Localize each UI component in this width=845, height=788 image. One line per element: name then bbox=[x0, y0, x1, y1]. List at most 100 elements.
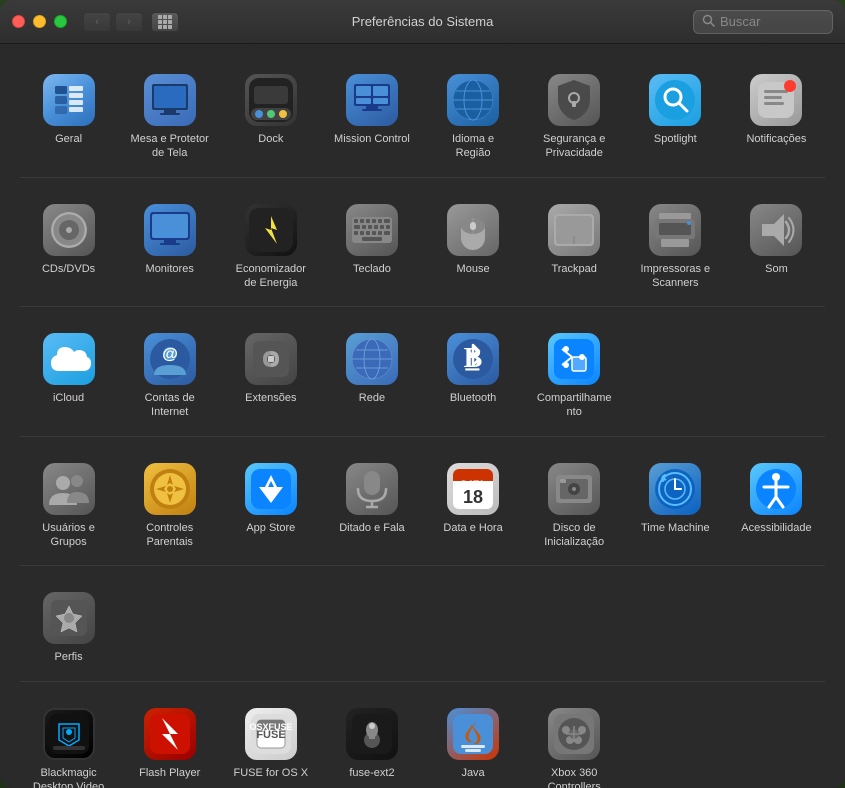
divider-1 bbox=[20, 177, 825, 178]
pref-xbox[interactable]: Xbox 360 Controllers bbox=[526, 698, 623, 788]
fuseext-icon bbox=[346, 708, 398, 760]
java-icon bbox=[447, 708, 499, 760]
idioma-icon bbox=[447, 74, 499, 126]
pref-contas[interactable]: @ Contas de Internet bbox=[121, 323, 218, 428]
section-other: Blackmagic Desktop Video Flash Player bbox=[20, 698, 825, 788]
window-title: Preferências do Sistema bbox=[352, 14, 494, 29]
monitores-icon bbox=[144, 204, 196, 256]
close-button[interactable] bbox=[12, 15, 25, 28]
mission-icon bbox=[346, 74, 398, 126]
dock-icon bbox=[245, 74, 297, 126]
pref-monitores[interactable]: Monitores bbox=[121, 194, 218, 299]
pref-notificacoes[interactable]: Notificações bbox=[728, 64, 825, 169]
pref-java[interactable]: Java bbox=[425, 698, 522, 788]
bluetooth-label: Bluetooth bbox=[450, 391, 496, 405]
flashplayer-label: Flash Player bbox=[139, 766, 200, 780]
divider-5 bbox=[20, 681, 825, 682]
idioma-label: Idioma e Região bbox=[433, 132, 513, 161]
section-system: Usuários e Grupos bbox=[20, 453, 825, 558]
data-icon: 18 DATA bbox=[447, 463, 499, 515]
pref-seguranca[interactable]: Segurança e Privacidade bbox=[526, 64, 623, 169]
pref-flashplayer[interactable]: Flash Player bbox=[121, 698, 218, 788]
svg-text:@: @ bbox=[162, 346, 178, 363]
search-box[interactable]: Buscar bbox=[693, 10, 833, 34]
acessibilidade-label: Acessibilidade bbox=[741, 521, 811, 535]
seguranca-label: Segurança e Privacidade bbox=[534, 132, 614, 161]
teclado-icon bbox=[346, 204, 398, 256]
notif-label: Notificações bbox=[746, 132, 806, 146]
compartilhamento-icon bbox=[548, 333, 600, 385]
xbox-icon bbox=[548, 708, 600, 760]
icloud-icon bbox=[43, 333, 95, 385]
pref-perfis[interactable]: Perfis bbox=[20, 582, 117, 672]
pref-mesa[interactable]: Mesa e Protetor de Tela bbox=[121, 64, 218, 169]
pref-extensoes[interactable]: Extensões bbox=[222, 323, 319, 428]
minimize-button[interactable] bbox=[33, 15, 46, 28]
divider-4 bbox=[20, 565, 825, 566]
pref-acessibilidade[interactable]: Acessibilidade bbox=[728, 453, 825, 558]
spotlight-label: Spotlight bbox=[654, 132, 697, 146]
pref-disco[interactable]: Disco de Inicialização bbox=[526, 453, 623, 558]
blackmagic-icon bbox=[43, 708, 95, 760]
pref-fuseext[interactable]: fuse-ext2 bbox=[323, 698, 420, 788]
rede-label: Rede bbox=[359, 391, 385, 405]
titlebar: ‹ › Preferências do Sistema Buscar bbox=[0, 0, 845, 44]
pref-data[interactable]: 18 DATA Data e Hora bbox=[425, 453, 522, 558]
pref-usuarios[interactable]: Usuários e Grupos bbox=[20, 453, 117, 558]
grid-view-button[interactable] bbox=[151, 12, 179, 32]
preferences-content: Geral Mesa e Protetor de bbox=[0, 44, 845, 788]
pref-controles[interactable]: Controles Parentais bbox=[121, 453, 218, 558]
pref-icloud[interactable]: iCloud bbox=[20, 323, 117, 428]
economizador-icon bbox=[245, 204, 297, 256]
pref-geral[interactable]: Geral bbox=[20, 64, 117, 169]
forward-button[interactable]: › bbox=[115, 12, 143, 32]
pref-ditado[interactable]: Ditado e Fala bbox=[323, 453, 420, 558]
ditado-label: Ditado e Fala bbox=[339, 521, 404, 535]
section-other-grid: Blackmagic Desktop Video Flash Player bbox=[20, 698, 825, 788]
grid-icon bbox=[158, 15, 172, 29]
pref-fuse[interactable]: FUSE OSXFUSE FUSE for OS X bbox=[222, 698, 319, 788]
mission-label: Mission Control bbox=[334, 132, 410, 146]
trackpad-icon bbox=[548, 204, 600, 256]
economizador-label: Economizador de Energia bbox=[231, 262, 311, 291]
mesa-label: Mesa e Protetor de Tela bbox=[130, 132, 210, 161]
pref-timemachine[interactable]: Time Machine bbox=[627, 453, 724, 558]
section-hardware-grid: CDs/DVDs Monitores bbox=[20, 194, 825, 299]
pref-impressoras[interactable]: Impressoras e Scanners bbox=[627, 194, 724, 299]
acessibilidade-icon bbox=[750, 463, 802, 515]
pref-cds[interactable]: CDs/DVDs bbox=[20, 194, 117, 299]
pref-teclado[interactable]: Teclado bbox=[323, 194, 420, 299]
xbox-label: Xbox 360 Controllers bbox=[534, 766, 614, 788]
pref-rede[interactable]: Rede bbox=[323, 323, 420, 428]
pref-mouse[interactable]: Mouse bbox=[425, 194, 522, 299]
pref-appstore[interactable]: App Store bbox=[222, 453, 319, 558]
perfis-label: Perfis bbox=[55, 650, 83, 664]
pref-trackpad[interactable]: Trackpad bbox=[526, 194, 623, 299]
pref-bluetooth[interactable]: B̲ Bluetooth bbox=[425, 323, 522, 428]
appstore-label: App Store bbox=[246, 521, 295, 535]
dock-label: Dock bbox=[258, 132, 283, 146]
geral-icon bbox=[43, 74, 95, 126]
section-personal: Geral Mesa e Protetor de bbox=[20, 64, 825, 169]
monitores-label: Monitores bbox=[146, 262, 194, 276]
pref-blackmagic[interactable]: Blackmagic Desktop Video bbox=[20, 698, 117, 788]
section-profiles: Perfis bbox=[20, 582, 825, 672]
cds-label: CDs/DVDs bbox=[42, 262, 95, 276]
pref-idioma[interactable]: Idioma e Região bbox=[425, 64, 522, 169]
blackmagic-label: Blackmagic Desktop Video bbox=[29, 766, 109, 788]
bluetooth-icon: B̲ bbox=[447, 333, 499, 385]
back-button[interactable]: ‹ bbox=[83, 12, 111, 32]
controles-icon bbox=[144, 463, 196, 515]
usuarios-icon bbox=[43, 463, 95, 515]
pref-mission[interactable]: Mission Control bbox=[323, 64, 420, 169]
pref-dock[interactable]: Dock bbox=[222, 64, 319, 169]
maximize-button[interactable] bbox=[54, 15, 67, 28]
pref-spotlight[interactable]: Spotlight bbox=[627, 64, 724, 169]
pref-som[interactable]: Som bbox=[728, 194, 825, 299]
compartilhamento-label: Compartilhamento bbox=[534, 391, 614, 420]
pref-economizador[interactable]: Economizador de Energia bbox=[222, 194, 319, 299]
geral-label: Geral bbox=[55, 132, 82, 146]
pref-compartilhamento[interactable]: Compartilhamento bbox=[526, 323, 623, 428]
divider-3 bbox=[20, 436, 825, 437]
rede-icon bbox=[346, 333, 398, 385]
